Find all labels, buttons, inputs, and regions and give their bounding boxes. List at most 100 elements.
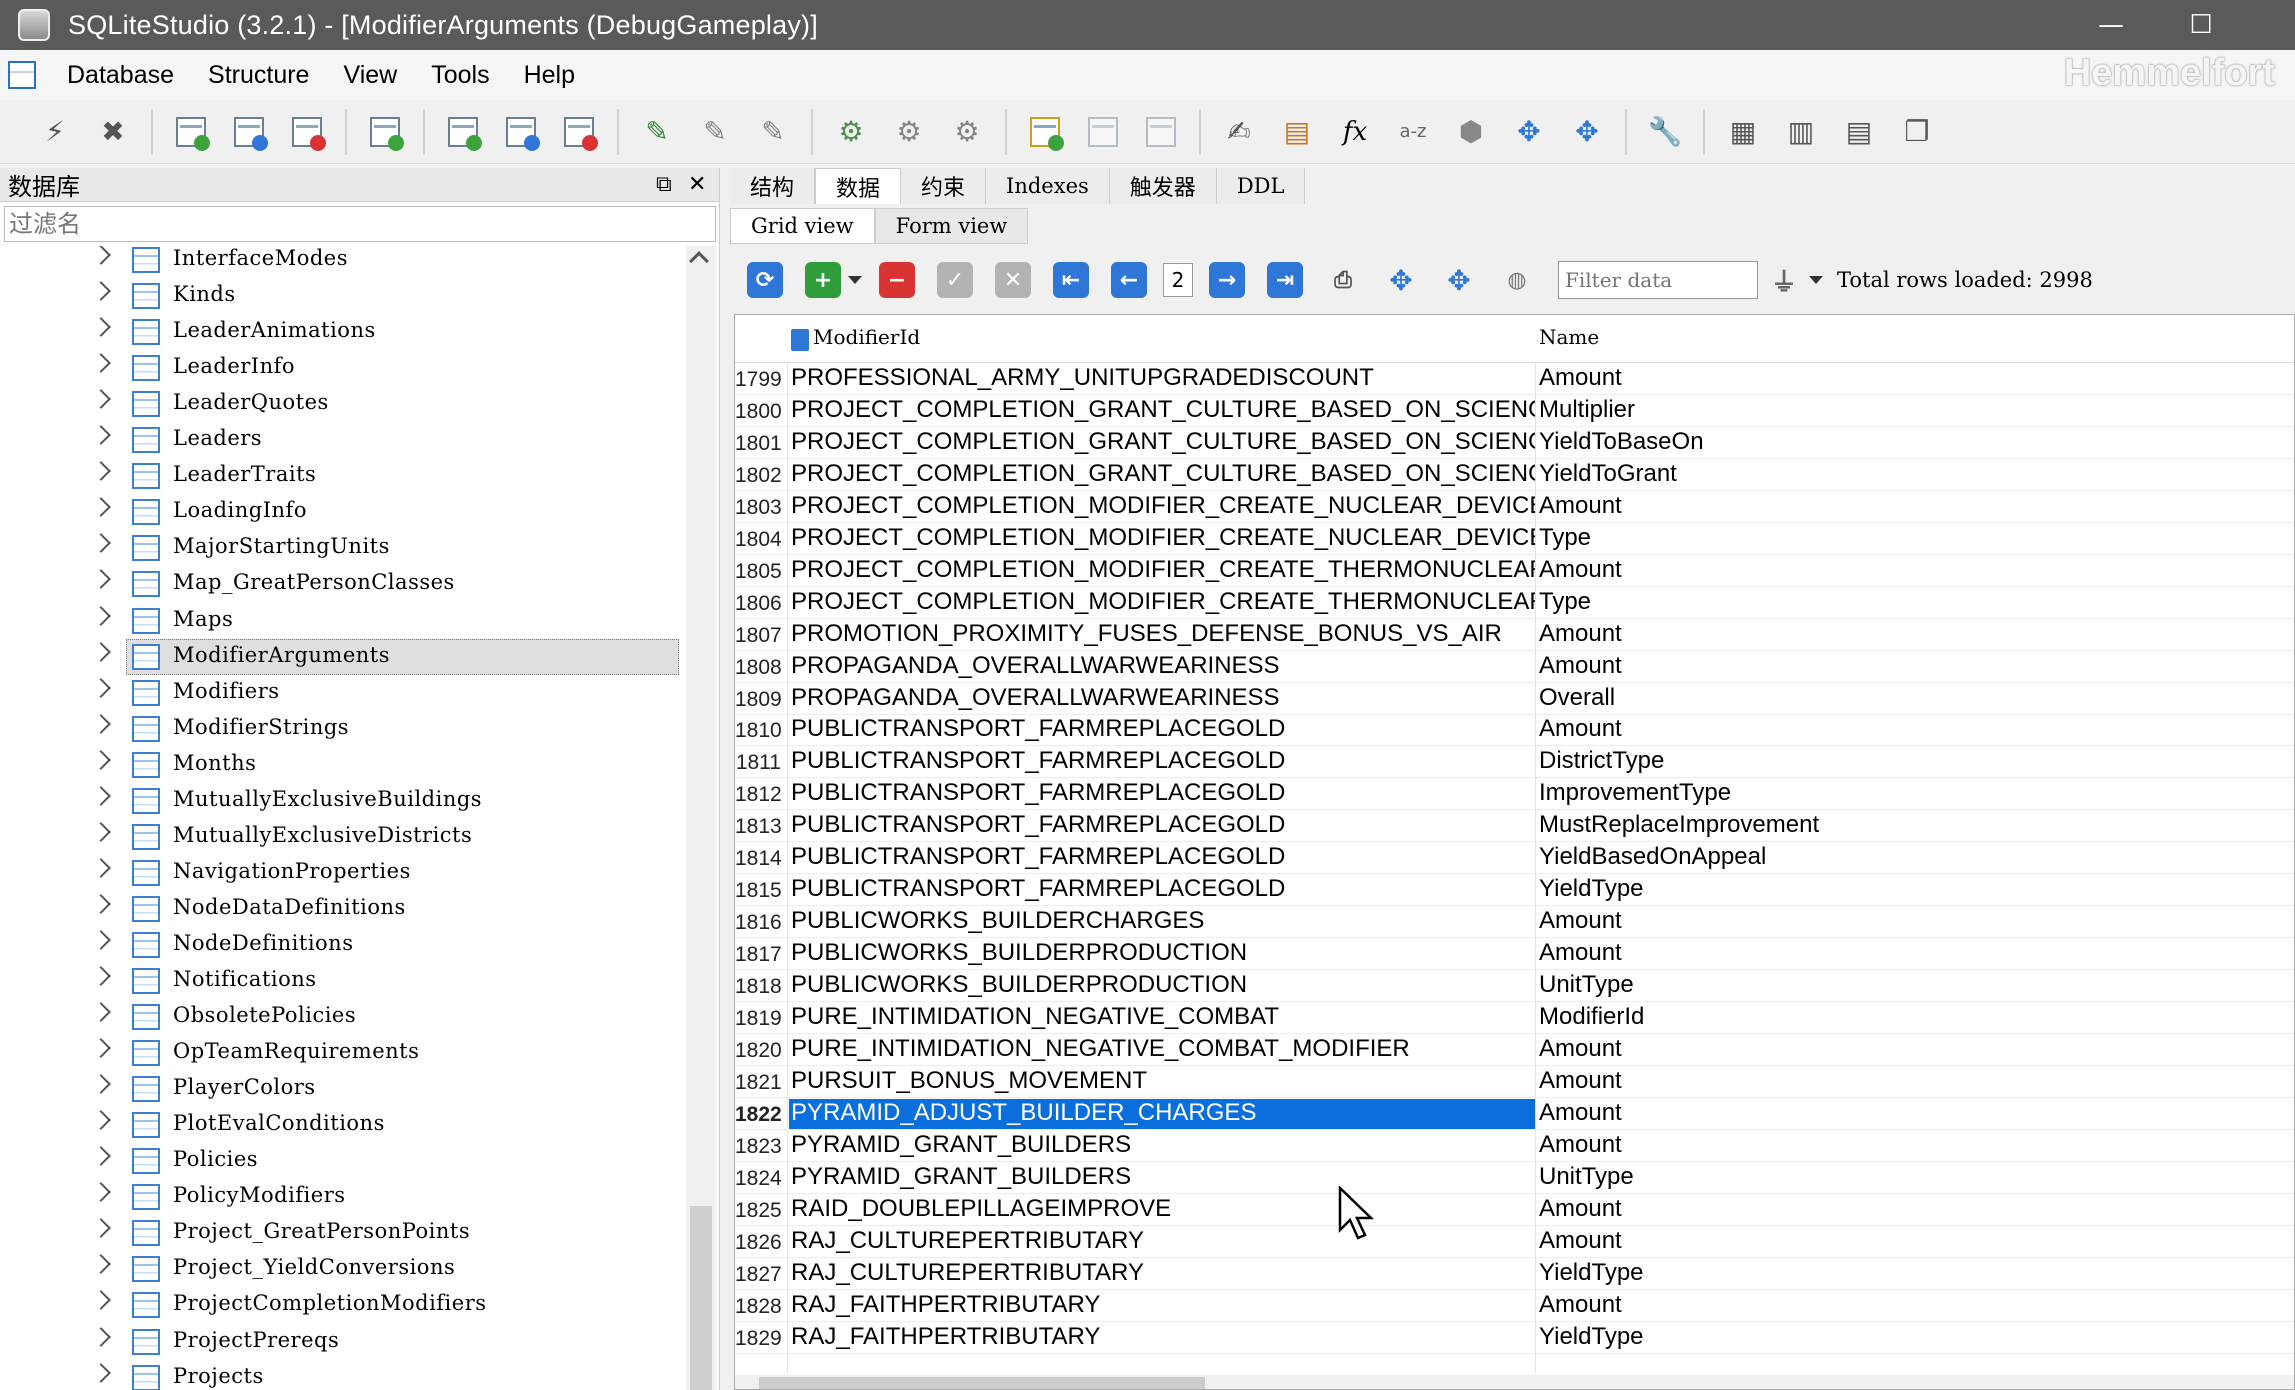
- expand-chevron-icon[interactable]: [91, 1362, 111, 1383]
- table-row[interactable]: 1819 PURE_INTIMIDATION_NEGATIVE_COMBAT Mod…: [735, 1002, 2294, 1034]
- cell-name[interactable]: Amount: [1539, 1099, 2294, 1127]
- table-row[interactable]: 1810 PUBLICTRANSPORT_FARMREPLACEGOLD Amoun…: [735, 714, 2294, 747]
- settings-wrench-icon[interactable]: 🔧: [1645, 112, 1685, 152]
- ddl-history-icon[interactable]: ▤: [1277, 112, 1317, 152]
- table-row[interactable]: 1813 PUBLICTRANSPORT_FARMREPLACEGOLD MustR…: [735, 810, 2294, 843]
- tree-item-table[interactable]: Notifications: [0, 963, 690, 999]
- expand-chevron-icon[interactable]: [91, 1290, 111, 1311]
- tree-item-table[interactable]: LeaderInfo: [0, 350, 690, 386]
- tree-item-table[interactable]: Maps: [0, 603, 690, 639]
- expand-chevron-icon[interactable]: [91, 1218, 111, 1239]
- insert-row-icon[interactable]: +: [805, 262, 841, 298]
- column-header-modifierid[interactable]: ModifierId: [813, 325, 920, 349]
- cell-modifierid[interactable]: PROJECT_COMPLETION_MODIFIER_CREATE_NUCLE…: [789, 492, 1535, 522]
- tile-vertical-icon[interactable]: ▥: [1781, 112, 1821, 152]
- expand-chevron-icon[interactable]: [91, 1254, 111, 1275]
- table-row[interactable]: 1799 PROFESSIONAL_ARMY_UNITUPGRADEDISCOUN…: [735, 363, 2294, 395]
- cell-name[interactable]: Amount: [1539, 715, 2294, 743]
- table-row[interactable]: 1826 RAJ_CULTUREPERTRIBUTARY Amount: [735, 1226, 2294, 1258]
- tree-scroll-thumb[interactable]: [690, 1206, 712, 1390]
- cell-name[interactable]: ImprovementType: [1539, 779, 2294, 807]
- close-panel-icon[interactable]: ✕: [688, 172, 706, 197]
- tree-item-table[interactable]: NodeDefinitions: [0, 927, 690, 963]
- tree-item-table[interactable]: MajorStartingUnits: [0, 530, 690, 566]
- expand-chevron-icon[interactable]: [91, 1146, 111, 1167]
- cell-modifierid[interactable]: PROFESSIONAL_ARMY_UNITUPGRADEDISCOUNT: [789, 364, 1535, 394]
- tab-indexes[interactable]: Indexes: [986, 168, 1110, 204]
- menu-view[interactable]: View: [326, 61, 414, 90]
- tree-item-table[interactable]: Map_GreatPersonClasses: [0, 566, 690, 602]
- grid-horizontal-scrollbar[interactable]: [735, 1375, 2294, 1389]
- cell-modifierid[interactable]: RAID_DOUBLEPILLAGEIMPROVE: [789, 1195, 1535, 1225]
- cell-name[interactable]: Type: [1539, 588, 2294, 616]
- remove-table-icon[interactable]: [559, 112, 599, 152]
- cell-name[interactable]: Amount: [1539, 1291, 2294, 1319]
- tree-item-table[interactable]: Project_GreatPersonPoints: [0, 1215, 690, 1251]
- cell-modifierid[interactable]: PROJECT_COMPLETION_GRANT_CULTURE_BASED_O…: [789, 396, 1535, 426]
- expand-chevron-icon[interactable]: [91, 966, 111, 986]
- add-index-icon[interactable]: ✎: [637, 112, 677, 152]
- cell-name[interactable]: Amount: [1539, 939, 2294, 967]
- expand-chevron-icon[interactable]: [91, 1002, 111, 1022]
- expand-chevron-icon[interactable]: [91, 749, 111, 770]
- edit-view-icon[interactable]: [1083, 112, 1123, 152]
- table-row[interactable]: 1809 PROPAGANDA_OVERALLWARWEARINESS Overal…: [735, 683, 2294, 715]
- table-row[interactable]: 1807 PROMOTION_PROXIMITY_FUSES_DEFENSE_BO…: [735, 619, 2294, 651]
- remove-index-icon[interactable]: ✎: [753, 112, 793, 152]
- cell-name[interactable]: YieldToGrant: [1539, 460, 2294, 488]
- tree-item-table[interactable]: PlayerColors: [0, 1071, 690, 1107]
- cell-modifierid[interactable]: PUBLICWORKS_BUILDERPRODUCTION: [789, 971, 1535, 1001]
- tree-item-table[interactable]: LeaderTraits: [0, 458, 690, 494]
- menu-structure[interactable]: Structure: [191, 61, 326, 90]
- previous-page-icon[interactable]: ←: [1111, 262, 1147, 298]
- cell-name[interactable]: Amount: [1539, 1067, 2294, 1095]
- tab-ddl[interactable]: DDL: [1216, 168, 1306, 204]
- expand-chevron-icon[interactable]: [91, 317, 111, 337]
- tab-constraints[interactable]: 约束: [901, 168, 987, 204]
- cascade-windows-icon[interactable]: ❐: [1897, 112, 1937, 152]
- print-icon[interactable]: ⎙: [1325, 262, 1361, 298]
- table-row[interactable]: 1818 PUBLICWORKS_BUILDERPRODUCTION UnitTyp…: [735, 970, 2294, 1003]
- tree-item-table[interactable]: LoadingInfo: [0, 494, 690, 530]
- cell-name[interactable]: Amount: [1539, 1195, 2294, 1223]
- expand-chevron-icon[interactable]: [91, 857, 111, 878]
- tree-item-table[interactable]: ObsoletePolicies: [0, 999, 690, 1035]
- tree-item-table[interactable]: LeaderQuotes: [0, 386, 690, 422]
- cell-modifierid[interactable]: RAJ_FAITHPERTRIBUTARY: [789, 1291, 1535, 1321]
- tree-item-table[interactable]: Months: [0, 747, 690, 783]
- expand-chevron-icon[interactable]: [91, 425, 111, 446]
- expand-chevron-icon[interactable]: [91, 930, 111, 950]
- tab-triggers[interactable]: 触发器: [1109, 168, 1217, 204]
- functions-icon[interactable]: fx: [1335, 112, 1375, 152]
- cell-modifierid[interactable]: PUBLICTRANSPORT_FARMREPLACEGOLD: [789, 747, 1535, 777]
- tab-form-view[interactable]: Form view: [874, 208, 1029, 244]
- cell-modifierid[interactable]: PYRAMID_GRANT_BUILDERS: [789, 1131, 1535, 1161]
- table-row[interactable]: 1821 PURSUIT_BONUS_MOVEMENT Amount: [735, 1066, 2294, 1098]
- add-table-icon[interactable]: [443, 112, 483, 152]
- menu-help[interactable]: Help: [507, 61, 592, 90]
- cell-modifierid[interactable]: PURSUIT_BONUS_MOVEMENT: [789, 1067, 1535, 1097]
- database-window-icon[interactable]: [8, 61, 36, 89]
- tree-item-table[interactable]: MutuallyExclusiveBuildings: [0, 783, 690, 819]
- tree-scrollbar[interactable]: [686, 246, 716, 1390]
- disconnect-icon[interactable]: ✖: [93, 112, 133, 152]
- expand-chevron-icon[interactable]: [91, 1110, 111, 1131]
- table-row[interactable]: 1802 PROJECT_COMPLETION_GRANT_CULTURE_BAS…: [735, 459, 2294, 491]
- expand-chevron-icon[interactable]: [91, 353, 111, 374]
- rollback-icon[interactable]: ✕: [995, 262, 1031, 298]
- expand-chevron-icon[interactable]: [91, 785, 111, 806]
- maximize-button[interactable]: ☐: [2166, 0, 2236, 50]
- expand-chevron-icon[interactable]: [91, 641, 111, 662]
- first-page-icon[interactable]: ⇤: [1053, 262, 1089, 298]
- connect-icon[interactable]: ⚡: [35, 112, 75, 152]
- table-row[interactable]: 1804 PROJECT_COMPLETION_MODIFIER_CREATE_N…: [735, 523, 2294, 555]
- table-row[interactable]: 1822 PYRAMID_ADJUST_BUILDER_CHARGES Amount: [735, 1098, 2294, 1130]
- expand-chevron-icon[interactable]: [91, 281, 111, 301]
- cell-name[interactable]: Type: [1539, 524, 2294, 552]
- table-row[interactable]: 1827 RAJ_CULTUREPERTRIBUTARY YieldType: [735, 1258, 2294, 1290]
- edit-index-icon[interactable]: ✎: [695, 112, 735, 152]
- expand-chevron-icon[interactable]: [91, 605, 111, 626]
- cell-name[interactable]: Amount: [1539, 907, 2294, 935]
- cell-name[interactable]: MustReplaceImprovement: [1539, 811, 2294, 839]
- collations-icon[interactable]: a-z: [1393, 112, 1433, 152]
